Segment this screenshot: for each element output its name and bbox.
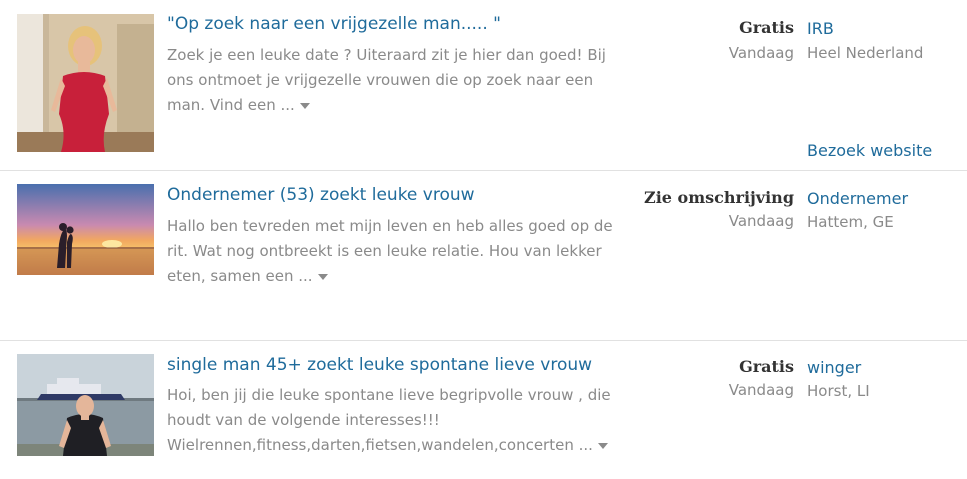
visit-website-link[interactable]: Bezoek website: [807, 141, 932, 160]
listing-description: Hallo ben tevreden met mijn leven en heb…: [167, 217, 613, 285]
listing-user[interactable]: Ondernemer: [807, 189, 908, 208]
listing-title[interactable]: single man 45+ zoekt leuke spontane liev…: [167, 355, 592, 375]
listing-date: Vandaag: [728, 44, 794, 62]
listing-item: single man 45+ zoekt leuke spontane liev…: [0, 341, 967, 479]
listing-date: Vandaag: [728, 212, 794, 230]
listing-price: Gratis: [739, 18, 794, 37]
listing-location: Heel Nederland: [807, 44, 924, 62]
listing-description: Zoek je een leuke date ? Uiteraard zit j…: [167, 46, 606, 114]
expand-caret-icon[interactable]: [597, 442, 608, 449]
listing-user[interactable]: winger: [807, 358, 861, 377]
expand-caret-icon[interactable]: [317, 273, 328, 280]
listing-item: "Op zoek naar een vrijgezelle man..... "…: [0, 0, 967, 171]
listing-photo[interactable]: [17, 14, 154, 152]
listing-title[interactable]: "Op zoek naar een vrijgezelle man..... ": [167, 14, 501, 34]
listing-user[interactable]: IRB: [807, 19, 834, 38]
listing-item: Ondernemer (53) zoekt leuke vrouw Hallo …: [0, 171, 967, 341]
listing-photo[interactable]: [17, 184, 154, 275]
listing-results: "Op zoek naar een vrijgezelle man..... "…: [0, 0, 967, 479]
listing-price: Zie omschrijving: [644, 188, 794, 207]
listing-title[interactable]: Ondernemer (53) zoekt leuke vrouw: [167, 185, 475, 205]
listing-description: Hoi, ben jij die leuke spontane lieve be…: [167, 386, 611, 454]
listing-price: Gratis: [739, 357, 794, 376]
listing-location: Horst, LI: [807, 382, 870, 400]
expand-caret-icon[interactable]: [299, 102, 310, 109]
listing-location: Hattem, GE: [807, 213, 894, 231]
listing-photo[interactable]: [17, 354, 154, 456]
listing-date: Vandaag: [728, 381, 794, 399]
